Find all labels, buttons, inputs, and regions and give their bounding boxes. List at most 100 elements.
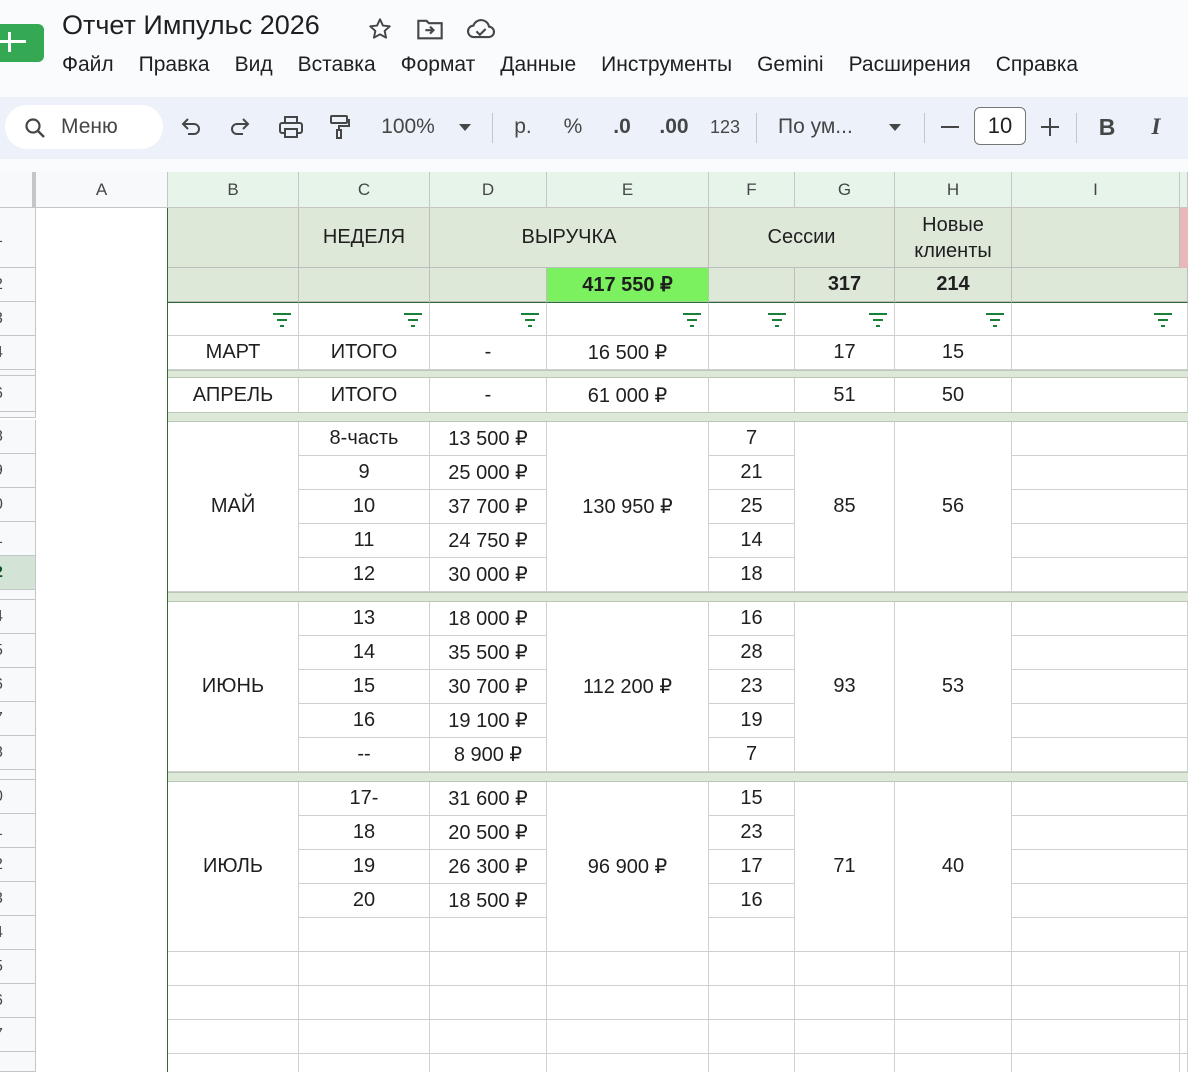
empty-cell[interactable] <box>1012 636 1188 670</box>
font-family-select[interactable]: По ум... <box>778 107 868 147</box>
row-header[interactable]: 2 <box>0 268 36 302</box>
row-header[interactable]: 1 <box>0 814 36 848</box>
row-header[interactable] <box>0 1052 36 1072</box>
may-week[interactable]: 9 <box>299 456 430 490</box>
filter-icon[interactable] <box>1153 312 1173 328</box>
may-sessions[interactable]: 7 <box>709 422 795 456</box>
plus-icon[interactable] <box>1037 107 1063 147</box>
zoom-select[interactable]: 100% <box>376 107 440 147</box>
may-week[interactable]: 12 <box>299 558 430 592</box>
row-header[interactable]: 0 <box>0 780 36 814</box>
column-header-j[interactable] <box>1180 172 1188 208</box>
may-week[interactable]: 8-часть <box>299 422 430 456</box>
empty-cell[interactable] <box>1012 558 1188 592</box>
july-sessions[interactable]: 16 <box>709 884 795 918</box>
empty-cell[interactable] <box>1012 738 1188 772</box>
june-week[interactable]: -- <box>299 738 430 772</box>
march-sessions[interactable]: 17 <box>795 336 895 370</box>
percent-format-button[interactable]: % <box>557 107 589 147</box>
may-revenue[interactable]: 30 000 ₽ <box>430 558 547 592</box>
row-header[interactable]: 4 <box>0 336 36 370</box>
row-header[interactable]: 2 <box>0 848 36 882</box>
row-header-hidden[interactable] <box>0 412 36 418</box>
menu-search-box[interactable]: Меню <box>5 105 163 149</box>
row-header[interactable]: 8 <box>0 420 36 454</box>
june-revenue[interactable]: 8 900 ₽ <box>430 738 547 772</box>
filter-icon[interactable] <box>767 312 787 328</box>
chevron-down-icon[interactable] <box>882 107 908 147</box>
select-all-corner[interactable] <box>0 172 36 208</box>
column-a-empty[interactable] <box>36 208 168 1072</box>
row-header[interactable]: 6 <box>0 376 36 412</box>
month-may[interactable]: МАЙ <box>168 422 299 592</box>
empty-cell[interactable] <box>709 918 795 952</box>
month-july[interactable]: ИЮЛЬ <box>168 782 299 952</box>
july-revenue[interactable]: 20 500 ₽ <box>430 816 547 850</box>
june-sessions[interactable]: 23 <box>709 670 795 704</box>
filter-icon[interactable] <box>520 312 540 328</box>
menu-insert[interactable]: Вставка <box>286 50 388 80</box>
april-empty[interactable] <box>1012 378 1188 414</box>
column-header-a[interactable]: A <box>36 172 168 208</box>
may-week[interactable]: 11 <box>299 524 430 558</box>
menu-help[interactable]: Справка <box>984 50 1090 80</box>
menu-format[interactable]: Формат <box>389 50 488 80</box>
may-sessions[interactable]: 21 <box>709 456 795 490</box>
totals-cell-f[interactable] <box>709 268 795 302</box>
row-header-hidden[interactable] <box>0 770 36 780</box>
column-header-i[interactable]: I <box>1012 172 1180 208</box>
italic-button[interactable]: I <box>1143 107 1169 147</box>
filter-icon[interactable] <box>682 312 702 328</box>
row-header[interactable]: 8 <box>0 736 36 770</box>
menu-tools[interactable]: Инструменты <box>589 50 744 80</box>
july-sessions-total[interactable]: 71 <box>795 782 895 952</box>
undo-icon[interactable] <box>176 107 206 147</box>
column-header-g[interactable]: G <box>795 172 895 208</box>
row-header[interactable]: 4 <box>0 916 36 950</box>
april-total[interactable]: 61 000 ₽ <box>547 378 709 414</box>
empty-cell[interactable] <box>1012 704 1188 738</box>
july-sessions[interactable]: 15 <box>709 782 795 816</box>
header-cell-j[interactable] <box>1180 208 1188 268</box>
document-title[interactable]: Отчет Импульс 2026 <box>62 10 320 41</box>
column-header-b[interactable]: B <box>168 172 299 208</box>
filter-icon[interactable] <box>272 312 292 328</box>
star-icon[interactable] <box>365 14 395 44</box>
may-total[interactable]: 130 950 ₽ <box>547 422 709 592</box>
redo-icon[interactable] <box>225 107 255 147</box>
row-header[interactable]: 4 <box>0 600 36 634</box>
july-revenue[interactable]: 18 500 ₽ <box>430 884 547 918</box>
march-empty[interactable] <box>1012 336 1188 370</box>
march-clients[interactable]: 15 <box>895 336 1012 370</box>
row-header[interactable]: 1 <box>0 208 36 268</box>
row-header[interactable]: 7 <box>0 1018 36 1052</box>
menu-edit[interactable]: Правка <box>127 50 222 80</box>
print-icon[interactable] <box>275 107 307 147</box>
june-total[interactable]: 112 200 ₽ <box>547 602 709 772</box>
april-week[interactable]: ИТОГО <box>299 378 430 414</box>
july-sessions[interactable]: 23 <box>709 816 795 850</box>
empty-cell[interactable] <box>1012 884 1188 918</box>
row-header[interactable]: 6 <box>0 668 36 702</box>
move-to-folder-icon[interactable] <box>415 14 445 44</box>
empty-cell[interactable] <box>1012 524 1188 558</box>
header-revenue[interactable]: ВЫРУЧКА <box>430 208 709 268</box>
empty-row[interactable] <box>168 986 1188 1020</box>
header-week[interactable]: НЕДЕЛЯ <box>299 208 430 268</box>
sheets-logo-icon[interactable] <box>0 24 44 62</box>
column-header-h[interactable]: H <box>895 172 1012 208</box>
column-header-f[interactable]: F <box>709 172 795 208</box>
june-week[interactable]: 13 <box>299 602 430 636</box>
filter-icon[interactable] <box>403 312 423 328</box>
june-week[interactable]: 14 <box>299 636 430 670</box>
june-revenue[interactable]: 19 100 ₽ <box>430 704 547 738</box>
filter-icon[interactable] <box>985 312 1005 328</box>
column-header-e[interactable]: E <box>547 172 709 208</box>
may-revenue[interactable]: 37 700 ₽ <box>430 490 547 524</box>
empty-cell[interactable] <box>1012 490 1188 524</box>
may-revenue[interactable]: 13 500 ₽ <box>430 422 547 456</box>
empty-cell[interactable] <box>1012 456 1188 490</box>
empty-cell[interactable] <box>1012 602 1188 636</box>
june-sessions[interactable]: 16 <box>709 602 795 636</box>
june-clients[interactable]: 53 <box>895 602 1012 772</box>
